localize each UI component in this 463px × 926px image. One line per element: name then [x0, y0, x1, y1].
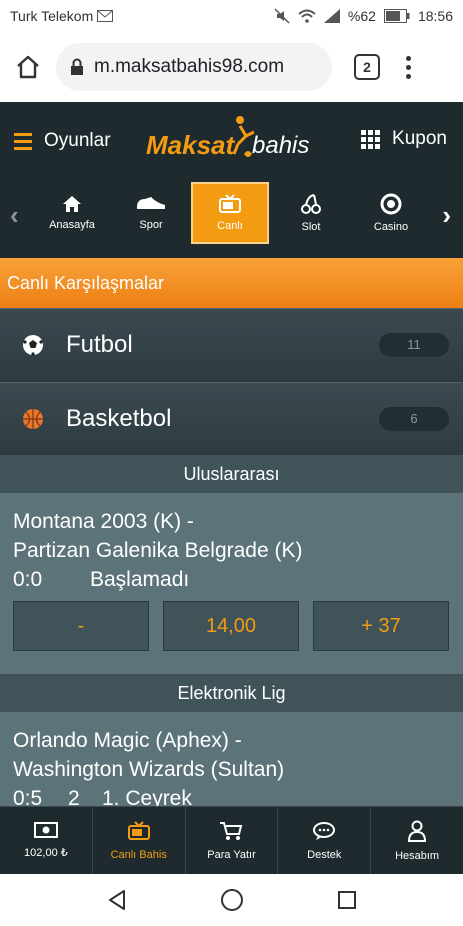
hamburger-icon[interactable] — [14, 132, 32, 150]
home-icon[interactable] — [14, 53, 42, 81]
nav-item-casino[interactable]: Casino — [352, 182, 430, 244]
match-team2: Washington Wizards (Sultan) — [13, 758, 285, 781]
battery-percent: %62 — [347, 8, 376, 24]
mail-icon — [97, 10, 114, 22]
match-status: Başlamadı — [90, 568, 190, 591]
carrier-name: Turk Telekom — [10, 8, 94, 24]
logo-text-bahis: bahis — [252, 132, 310, 159]
basketball-icon — [23, 408, 43, 429]
games-menu-label[interactable]: Oyunlar — [44, 130, 111, 152]
sport-name: Basketbol — [66, 404, 172, 432]
wifi-icon — [298, 9, 316, 23]
match-score: 0:0 — [13, 568, 43, 591]
nav-label: Anasayfa — [49, 219, 95, 231]
tv-icon — [127, 820, 150, 840]
tab-label: Hesabım — [395, 849, 440, 862]
cart-icon — [220, 821, 243, 840]
nav-item-anasayfa[interactable]: Anasayfa — [33, 182, 111, 244]
address-bar[interactable]: m.maksatbahis98.com — [56, 43, 332, 91]
tab-label: Destek — [307, 848, 342, 861]
sport-count-badge: 6 — [379, 406, 449, 431]
browser-menu-button[interactable] — [406, 55, 411, 79]
status-right: %62 18:56 — [274, 8, 453, 24]
match-score: 0:5 — [13, 787, 43, 806]
nav-label: Canlı — [217, 220, 243, 232]
tab-switcher-button[interactable]: 2 — [354, 54, 380, 80]
kupon-button[interactable]: Kupon — [361, 128, 447, 150]
league-header: Uluslararası — [0, 455, 463, 493]
more-odds-button[interactable]: + 37 — [313, 601, 449, 651]
status-bar: Turk Telekom %62 18:56 — [0, 0, 463, 32]
match-period-number: 2 — [68, 787, 80, 806]
nav-label: Slot — [301, 221, 321, 233]
match-team1: Montana 2003 (K) - — [13, 510, 194, 533]
tab-live-betting[interactable]: Canlı Bahis — [93, 807, 186, 874]
sport-row-futbol[interactable]: Futbol 11 — [0, 308, 463, 380]
back-icon[interactable] — [106, 889, 128, 911]
chat-icon — [313, 821, 336, 840]
nav-item-spor[interactable]: Spor — [112, 182, 190, 244]
soccer-ball-icon — [23, 334, 43, 356]
site-logo[interactable]: Maksat bahis — [146, 116, 321, 170]
league-header: Elektronik Lig — [0, 674, 463, 712]
lock-icon — [71, 58, 83, 75]
home-button-icon[interactable] — [220, 888, 244, 912]
url-text: m.maksatbahis98.com — [94, 56, 285, 77]
sport-count-badge: 11 — [379, 332, 449, 357]
tab-balance[interactable]: 102,00 ₺ — [0, 807, 93, 874]
section-title: Canlı Karşılaşmalar — [0, 258, 463, 308]
nav-item-slot[interactable]: Slot — [272, 182, 350, 244]
match-card[interactable]: Orlando Magic (Aphex) - Washington Wizar… — [0, 712, 463, 806]
mute-icon — [274, 8, 290, 24]
match-status: 1. Ceyrek — [102, 787, 192, 806]
signal-icon — [323, 9, 340, 23]
chevron-right-icon[interactable]: › — [442, 200, 451, 231]
category-nav: ‹ Anasayfa Spor Canlı Slot Casino › — [0, 180, 463, 258]
balance-label: 102,00 ₺ — [24, 847, 68, 859]
bottom-tab-bar: 102,00 ₺ Canlı Bahis Para Yatır Destek H… — [0, 806, 463, 874]
tab-support[interactable]: Destek — [278, 807, 372, 874]
cleat-icon — [137, 197, 165, 212]
system-nav-bar — [0, 874, 463, 926]
kupon-label: Kupon — [392, 128, 447, 149]
carrier-area: Turk Telekom — [10, 8, 114, 24]
tab-account[interactable]: Hesabım — [371, 807, 463, 874]
nav-label: Spor — [139, 219, 163, 231]
chevron-left-icon[interactable]: ‹ — [10, 200, 19, 231]
cash-icon — [33, 822, 58, 838]
sport-row-basketbol[interactable]: Basketbol 6 — [0, 382, 463, 454]
cherries-icon — [301, 194, 321, 214]
clock: 18:56 — [417, 8, 453, 24]
tab-label: Canlı Bahis — [110, 848, 167, 861]
chip-icon — [380, 193, 402, 215]
sport-name: Futbol — [66, 330, 133, 358]
user-icon — [408, 820, 427, 842]
browser-toolbar: m.maksatbahis98.com 2 — [0, 32, 463, 102]
site-header: Oyunlar Maksat bahis Kupon — [0, 102, 463, 180]
grid-icon — [361, 129, 381, 149]
match-team1: Orlando Magic (Aphex) - — [13, 729, 242, 752]
match-card[interactable]: Montana 2003 (K) - Partizan Galenika Bel… — [0, 493, 463, 674]
recents-icon[interactable] — [337, 890, 357, 910]
odd-button-x[interactable]: 14,00 — [163, 601, 299, 651]
tab-label: Para Yatır — [207, 848, 256, 861]
home-icon — [63, 196, 81, 212]
tab-deposit[interactable]: Para Yatır — [186, 807, 279, 874]
battery-icon — [383, 9, 410, 23]
logo-text-maksat: Maksat — [146, 130, 235, 160]
odd-button-1[interactable]: - — [13, 601, 149, 651]
nav-label: Casino — [373, 221, 409, 233]
match-team2: Partizan Galenika Belgrade (K) — [13, 539, 303, 562]
tv-icon — [219, 194, 241, 213]
nav-item-canli[interactable]: Canlı — [191, 182, 269, 244]
